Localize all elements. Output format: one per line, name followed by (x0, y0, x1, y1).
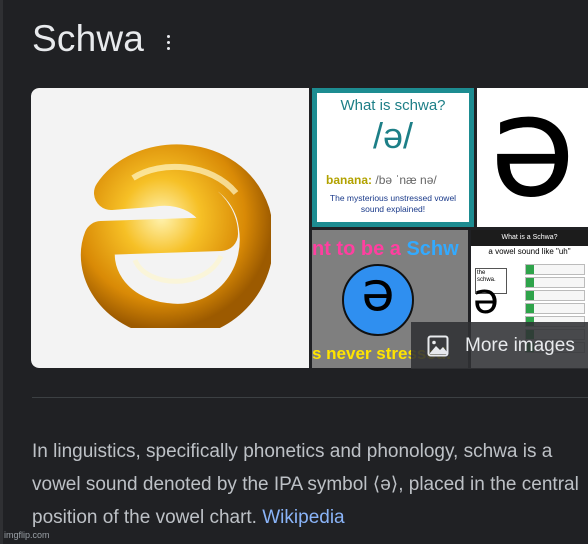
watermark: imgflip.com (4, 530, 50, 540)
list-item (525, 303, 585, 314)
more-options-icon[interactable] (167, 35, 171, 51)
poster-schwa-symbol: ə (361, 260, 395, 323)
more-images-label: More images (465, 335, 575, 356)
thumbnail-ipa-symbol: /ə/ (372, 115, 414, 156)
divider (32, 397, 588, 398)
worksheet-schwa-symbol: ə (473, 274, 499, 323)
image-thumbnail-main[interactable] (31, 88, 309, 368)
worksheet-subheader: a vowel sound like "uh" (488, 247, 571, 256)
thumbnail-example-word: banana: /bə ˈnæ nə/ (326, 173, 437, 187)
image-icon (427, 335, 449, 357)
image-thumbnail-schwa-glyph[interactable]: ə (477, 88, 588, 227)
image-thumbnail-what-is-schwa[interactable]: What is schwa? /ə/ banana: /bə ˈnæ nə/ T… (312, 88, 474, 227)
list-item (525, 290, 585, 301)
thumbnail-question-text: What is schwa? (340, 97, 446, 114)
thumbnail-caption: The mysterious unstressed vowel sound ex… (329, 193, 457, 214)
schwa-glyph: ə (489, 88, 576, 227)
panel-title: Schwa (32, 18, 145, 59)
panel-left-edge (0, 0, 3, 544)
description: In linguistics, specifically phonetics a… (32, 435, 588, 534)
schwa-balloon-image (80, 144, 271, 328)
worksheet-header: What is a Schwa? (471, 230, 588, 246)
poster-top-text: nt to be a Schw (312, 238, 459, 260)
list-item (525, 277, 585, 288)
list-item (525, 264, 585, 275)
thumbnail-card: What is schwa? /ə/ banana: /bə ˈnæ nə/ T… (317, 93, 469, 222)
more-images-button[interactable]: More images (411, 322, 588, 369)
source-link-wikipedia[interactable]: Wikipedia (262, 507, 344, 528)
